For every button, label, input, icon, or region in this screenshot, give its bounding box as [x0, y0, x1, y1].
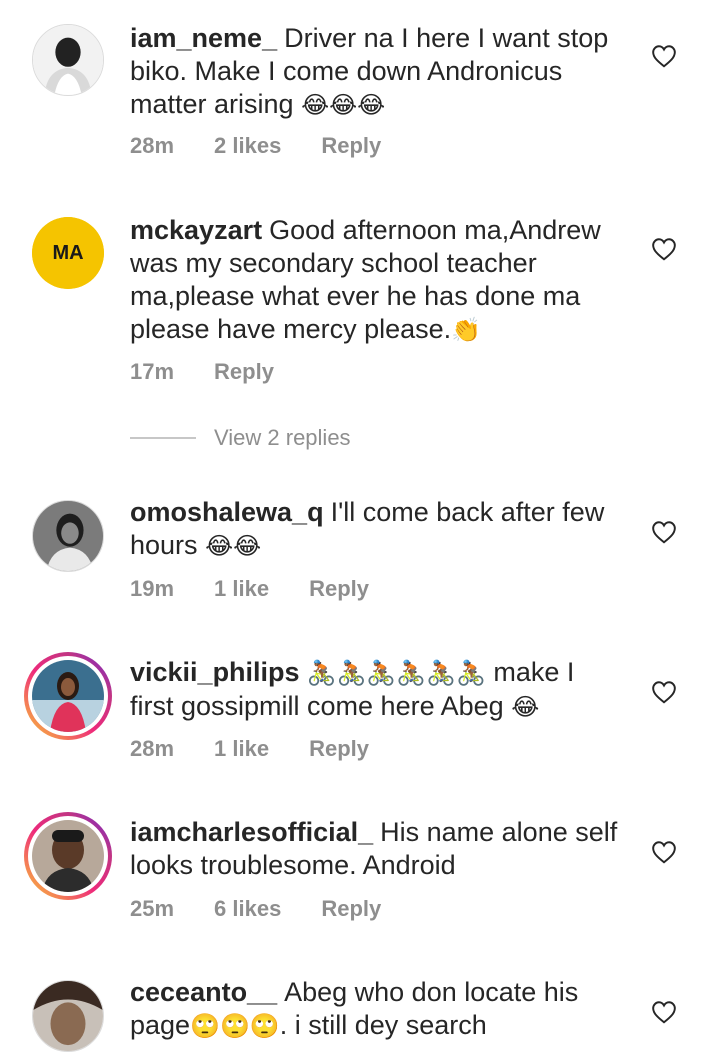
comment-time: 17m — [130, 359, 175, 384]
reply-button[interactable]: Reply — [309, 576, 369, 602]
reply-button[interactable]: Reply — [321, 133, 381, 159]
avatar[interactable] — [32, 980, 104, 1052]
comment-likes[interactable]: 6 likes — [214, 896, 281, 922]
comment-likes[interactable]: 1 like — [214, 576, 269, 602]
reply-button[interactable]: Reply — [309, 736, 369, 762]
avatar[interactable] — [24, 652, 112, 740]
comment-text: omoshalewa_q I'll come back after few hou… — [130, 496, 625, 563]
heart-outline-icon[interactable] — [651, 680, 677, 704]
heart-outline-icon[interactable] — [651, 44, 677, 68]
comment-likes[interactable]: 2 likes — [214, 133, 281, 159]
comment-likes[interactable]: 1 like — [214, 736, 269, 762]
comment-text: mckayzart Good afternoon ma,Andrew was my… — [130, 214, 625, 347]
comment-text: vickii_philips 🚴🏾🚴🏾🚴🏾🚴🏾🚴🏾🚴🏾 make I first … — [130, 656, 625, 724]
comment-text: iamcharlesofficial_ His name alone self l… — [130, 816, 625, 882]
comment-text: ceceanto__ Abeg who don locate his page🙄🙄… — [130, 976, 625, 1043]
divider-line — [130, 437, 196, 439]
comment-time: 25m — [130, 896, 175, 921]
heart-outline-icon[interactable] — [651, 840, 677, 864]
reply-button[interactable]: Reply — [214, 359, 274, 385]
comment-time: 19m — [130, 576, 175, 601]
avatar[interactable] — [24, 812, 112, 900]
comment-meta: 28m 1 like Reply — [130, 736, 369, 762]
comment-meta: 17m Reply — [130, 359, 274, 385]
comment-username[interactable]: mckayzart — [130, 215, 262, 245]
emoji: 🙄🙄🙄 — [190, 1013, 280, 1040]
comment-time: 28m — [130, 736, 175, 761]
emoji: 👏 — [451, 317, 482, 344]
view-replies-button[interactable]: View 2 replies — [130, 425, 351, 451]
comment-username[interactable]: ceceanto__ — [130, 977, 277, 1007]
comment-time: 28m — [130, 133, 175, 158]
view-replies-label[interactable]: View 2 replies — [214, 425, 351, 451]
avatar-logo-text: MA — [52, 242, 83, 264]
avatar[interactable] — [32, 24, 104, 96]
comment-meta: 19m 1 like Reply — [130, 576, 369, 602]
emoji: 😂😂 — [205, 533, 262, 560]
heart-outline-icon[interactable] — [651, 520, 677, 544]
avatar-image — [28, 656, 108, 736]
avatar-image — [28, 816, 108, 896]
avatar[interactable]: MA — [32, 217, 104, 289]
avatar[interactable] — [32, 500, 104, 572]
heart-outline-icon[interactable] — [651, 1000, 677, 1024]
comment-username[interactable]: omoshalewa_q — [130, 497, 324, 527]
comment-username[interactable]: iamcharlesofficial_ — [130, 817, 373, 847]
comment-text: iam_neme_ Driver na I here I want stop bi… — [130, 22, 625, 122]
emoji: 🚴🏾🚴🏾🚴🏾🚴🏾🚴🏾🚴🏾 — [306, 660, 486, 687]
comment-username[interactable]: iam_neme_ — [130, 23, 277, 53]
heart-outline-icon[interactable] — [651, 237, 677, 261]
comment-meta: 28m 2 likes Reply — [130, 133, 381, 159]
emoji: 😂😂😂 — [301, 92, 386, 119]
comment-body-continued: . i still dey search — [279, 1010, 487, 1040]
reply-button[interactable]: Reply — [321, 896, 381, 922]
emoji: 😂 — [511, 694, 540, 721]
comment-meta: 25m 6 likes Reply — [130, 896, 381, 922]
comment-username[interactable]: vickii_philips — [130, 657, 300, 687]
